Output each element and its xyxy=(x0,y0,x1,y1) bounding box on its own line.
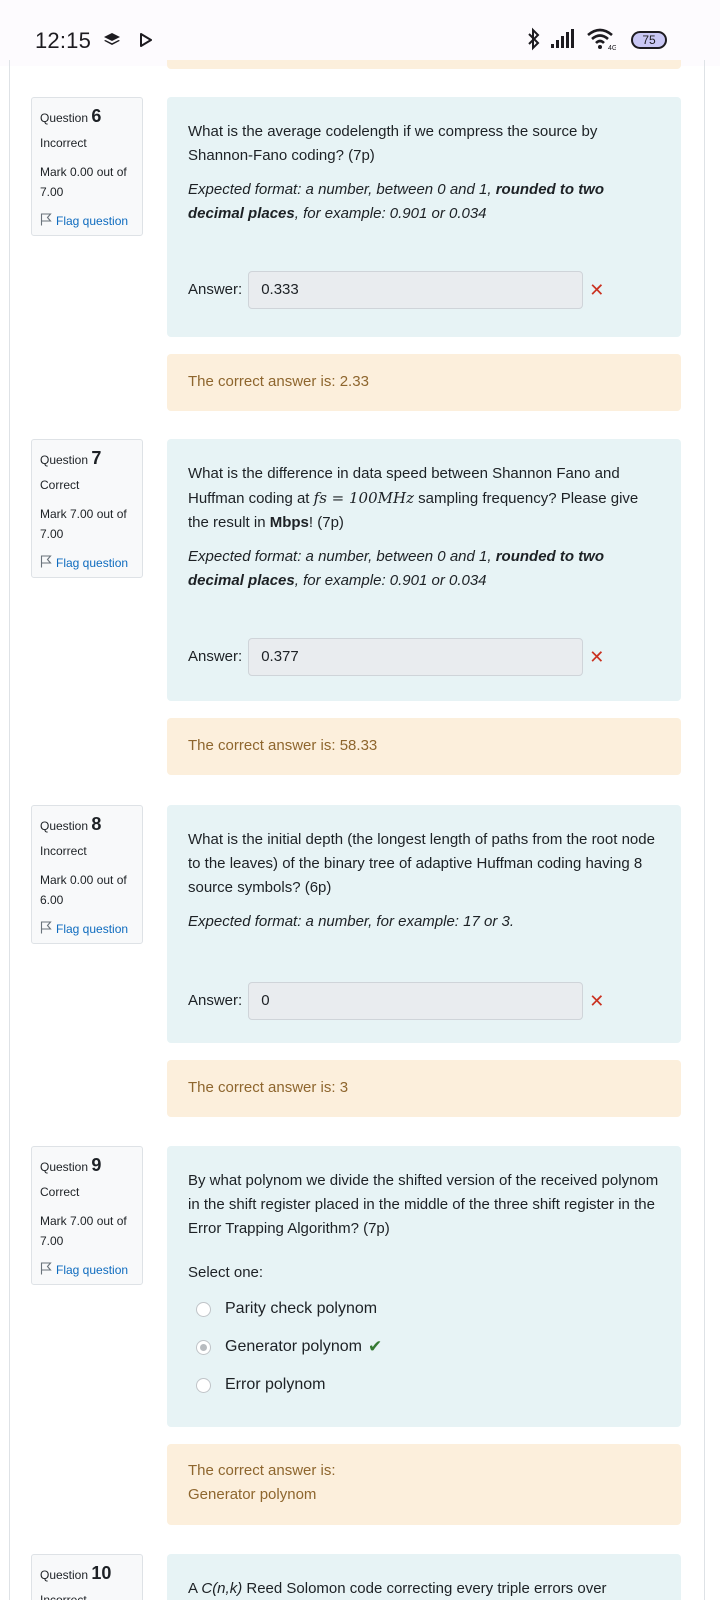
flag-question-link[interactable]: Flag question xyxy=(40,555,134,571)
question-text: What is the initial depth (the longest l… xyxy=(188,831,655,896)
expected-format: Expected format: a number, between 0 and… xyxy=(188,548,605,589)
question-text: A C(n,k) Reed Solomon code correcting ev… xyxy=(188,1580,607,1597)
feedback-9: The correct answer is: Generator polynom xyxy=(167,1444,681,1525)
question-text: By what polynom we divide the shifted ve… xyxy=(188,1172,659,1237)
feedback-8: The correct answer is: 3 xyxy=(167,1060,681,1117)
feedback-7: The correct answer is: 58.33 xyxy=(167,718,681,775)
select-one-label: Select one: xyxy=(188,1264,264,1281)
flag-icon xyxy=(40,921,52,937)
incorrect-icon: ✕ xyxy=(589,991,605,1011)
question-info-9: Question 9 Correct Mark 7.00 out of 7.00… xyxy=(31,1146,143,1285)
answer-row: Answer: 0.333 ✕ xyxy=(188,271,604,309)
question-state: Correct xyxy=(40,1185,80,1199)
battery-icon: 75 xyxy=(631,31,667,49)
answer-label: Answer: xyxy=(188,992,243,1009)
question-number: Question 6 xyxy=(40,106,102,126)
correct-answer-text: Generator polynom xyxy=(188,1486,317,1503)
status-bar: 12:15 4G 75 xyxy=(0,0,720,66)
expected-format: Expected format: a number, for example: … xyxy=(188,913,515,930)
question-state: Incorrect xyxy=(40,844,87,858)
correct-answer-text: The correct answer is: 3 xyxy=(188,1079,349,1096)
radio-button[interactable] xyxy=(196,1301,211,1317)
radio-button-selected[interactable] xyxy=(196,1339,211,1355)
question-grade: Mark 0.00 out of 7.00 xyxy=(40,165,127,199)
question-info-10: Question 10 Incorrect xyxy=(31,1554,143,1600)
svg-text:4G: 4G xyxy=(608,45,616,50)
flag-icon xyxy=(40,555,52,571)
question-formulation-9: By what polynom we divide the shifted ve… xyxy=(167,1146,681,1427)
question-state: Incorrect xyxy=(40,1593,87,1600)
answer-input[interactable]: 0.333 xyxy=(248,271,584,309)
correct-check-icon: ✔ xyxy=(367,1337,383,1356)
question-number: Question 7 xyxy=(40,448,102,468)
page-border-right xyxy=(704,60,705,1600)
frequency-formula: fs = 100MHz xyxy=(313,489,414,507)
answer-input[interactable]: 0.377 xyxy=(248,638,584,676)
correct-answer-text: The correct answer is: 2.33 xyxy=(188,373,369,390)
flag-icon xyxy=(40,213,52,229)
question-formulation-10: A C(n,k) Reed Solomon code correcting ev… xyxy=(167,1554,681,1600)
bluetooth-icon xyxy=(527,27,541,56)
question-text: What is the difference in data speed bet… xyxy=(188,465,639,531)
question-state: Incorrect xyxy=(40,136,87,150)
question-grade: Mark 7.00 out of 7.00 xyxy=(40,507,127,541)
previous-question-feedback xyxy=(167,60,681,69)
answer-input[interactable]: 0 xyxy=(248,982,584,1020)
correct-answer-text: The correct answer is: 58.33 xyxy=(188,737,378,754)
flag-question-link[interactable]: Flag question xyxy=(40,1262,134,1278)
question-formulation-6: What is the average codelength if we com… xyxy=(167,97,681,337)
correct-answer-label: The correct answer is: xyxy=(188,1462,336,1479)
option-generator-polynom[interactable]: Generator polynom ✔ xyxy=(196,1333,660,1361)
question-text: What is the average codelength if we com… xyxy=(188,123,598,164)
question-info-6: Question 6 Incorrect Mark 0.00 out of 7.… xyxy=(31,97,143,236)
answer-row: Answer: 0 ✕ xyxy=(188,982,604,1020)
incorrect-icon: ✕ xyxy=(589,280,605,300)
incorrect-icon: ✕ xyxy=(589,647,605,667)
question-grade: Mark 0.00 out of 6.00 xyxy=(40,873,127,907)
question-state: Correct xyxy=(40,478,80,492)
notification-stack-icon xyxy=(104,33,120,52)
flag-icon xyxy=(40,1262,52,1278)
question-number: Question 10 xyxy=(40,1563,112,1583)
expected-format: Expected format: a number, between 0 and… xyxy=(188,181,605,222)
question-number: Question 8 xyxy=(40,814,102,834)
answer-row: Answer: 0.377 ✕ xyxy=(188,638,604,676)
page-border-left xyxy=(9,60,10,1600)
question-info-8: Question 8 Incorrect Mark 0.00 out of 6.… xyxy=(31,805,143,944)
cellular-signal-icon xyxy=(551,29,575,54)
radio-button[interactable] xyxy=(196,1377,211,1393)
question-number: Question 9 xyxy=(40,1155,102,1175)
option-error-polynom[interactable]: Error polynom xyxy=(196,1371,660,1399)
wifi-icon: 4G xyxy=(586,28,617,55)
flag-question-link[interactable]: Flag question xyxy=(40,921,134,937)
question-info-7: Question 7 Correct Mark 7.00 out of 7.00… xyxy=(31,439,143,578)
status-time: 12:15 xyxy=(35,28,92,53)
question-formulation-7: What is the difference in data speed bet… xyxy=(167,439,681,701)
feedback-6: The correct answer is: 2.33 xyxy=(167,354,681,411)
answer-label: Answer: xyxy=(188,281,243,298)
flag-question-link[interactable]: Flag question xyxy=(40,213,134,229)
play-arrow-icon xyxy=(140,33,152,52)
question-grade: Mark 7.00 out of 7.00 xyxy=(40,1214,127,1248)
question-formulation-8: What is the initial depth (the longest l… xyxy=(167,805,681,1043)
option-parity-check-polynom[interactable]: Parity check polynom xyxy=(196,1295,660,1323)
answer-label: Answer: xyxy=(188,648,243,665)
